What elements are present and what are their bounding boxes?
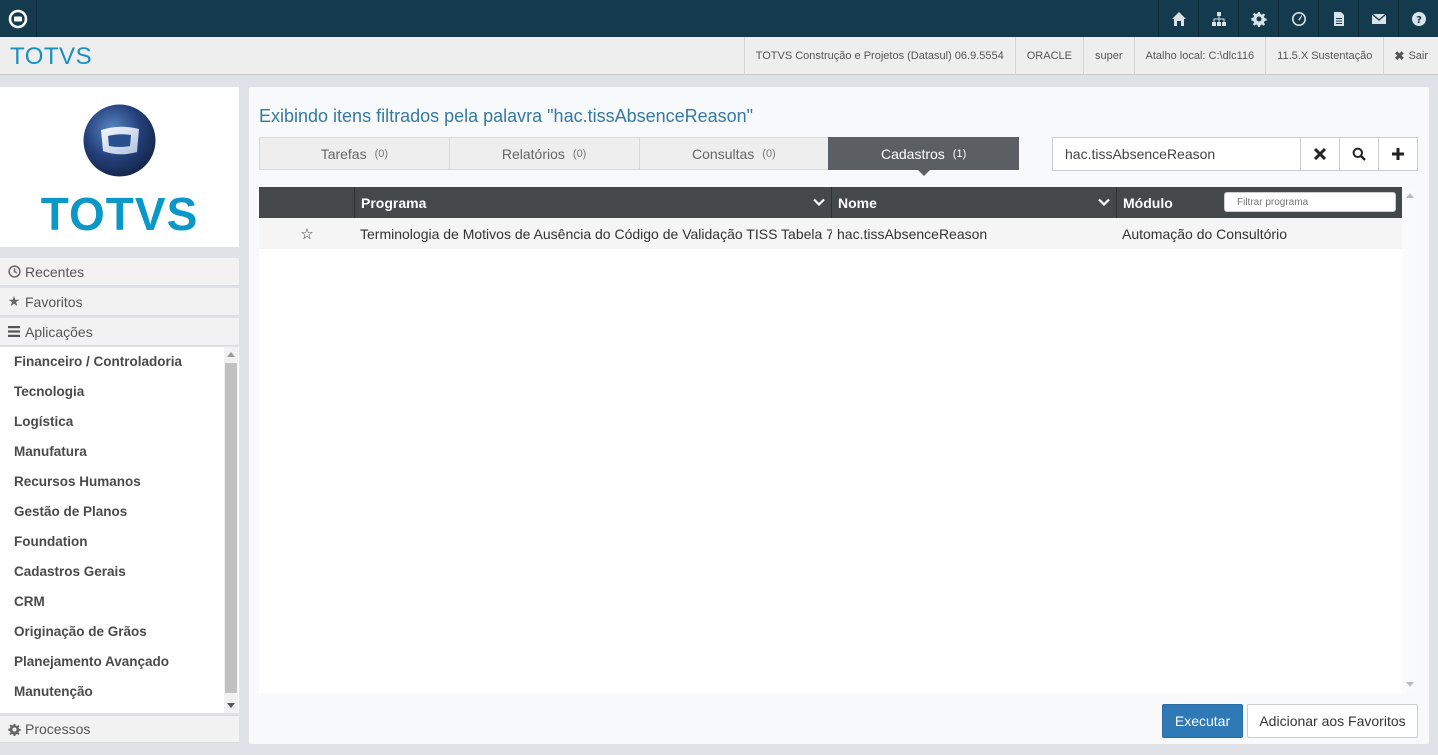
add-button[interactable]	[1379, 137, 1418, 171]
execute-button[interactable]: Executar	[1162, 704, 1243, 738]
search-button[interactable]	[1340, 137, 1379, 171]
sidebar-logo-panel: TOTVS	[0, 87, 239, 247]
grid-header-favorite	[259, 187, 355, 218]
sidebar-item-recursos-humanos[interactable]: Recursos Humanos	[0, 467, 239, 497]
cell-programa: Terminologia de Motivos de Ausência do C…	[360, 225, 832, 242]
app-header: TOTVS TOTVS Construção e Projetos (Datas…	[0, 37, 1438, 75]
column-label: Nome	[838, 194, 877, 211]
sidebar-favorites-label: Favoritos	[25, 293, 83, 310]
sidebar-processes[interactable]: Processos	[0, 715, 239, 743]
sidebar-item-logistica[interactable]: Logística	[0, 407, 239, 437]
product-info: TOTVS Construção e Projetos (Datasul) 06…	[743, 37, 1015, 75]
svg-text:?: ?	[1416, 15, 1422, 26]
top-bar: ?	[0, 0, 1438, 37]
sitemap-icon[interactable]	[1198, 0, 1238, 37]
star-icon: ★	[7, 293, 21, 309]
tab-relatorios[interactable]: Relatórios (0)	[448, 137, 639, 170]
column-label: Programa	[361, 194, 427, 211]
applications-list: Financeiro / Controladoria Tecnologia Lo…	[0, 347, 239, 713]
sidebar-item-tecnologia[interactable]: Tecnologia	[0, 377, 239, 407]
gear-icon	[7, 723, 21, 736]
tab-label: Cadastros	[880, 145, 945, 162]
chevron-down-icon[interactable]	[1098, 196, 1110, 208]
filter-title: Exibindo itens filtrados pela palavra "h…	[259, 106, 754, 126]
favorite-star-icon[interactable]: ☆	[259, 218, 355, 249]
sidebar-item-cadastros-gerais[interactable]: Cadastros Gerais	[0, 557, 239, 587]
tab-label: Relatórios	[501, 145, 565, 162]
chevron-down-icon[interactable]	[813, 196, 825, 208]
scroll-up-icon[interactable]	[227, 352, 235, 357]
column-header-modulo[interactable]: Módulo	[1117, 187, 1402, 218]
version-info: 11.5.X Sustentação	[1265, 37, 1383, 75]
sidebar-item-crm[interactable]: CRM	[0, 587, 239, 617]
cell-nome: hac.tissAbsenceReason	[837, 225, 988, 242]
sidebar-recent[interactable]: Recentes	[0, 258, 239, 286]
totvs-globe-logo-icon	[83, 104, 156, 177]
scroll-down-icon[interactable]	[1406, 682, 1414, 687]
shortcut-info: Atalho local: C:\dlc116	[1133, 37, 1266, 75]
totvs-small-logo-icon	[8, 9, 28, 28]
sidebar-item-financeiro[interactable]: Financeiro / Controladoria	[0, 347, 239, 377]
clock-icon	[7, 265, 21, 278]
tab-count: (0)	[572, 147, 587, 160]
mail-icon[interactable]	[1358, 0, 1398, 37]
clear-search-button[interactable]	[1301, 137, 1340, 171]
sidebar-item-originacao-graos[interactable]: Originação de Grãos	[0, 617, 239, 647]
search-bar	[1052, 137, 1418, 171]
close-icon	[1313, 147, 1327, 161]
tab-label: Consultas	[692, 145, 755, 162]
tab-cadastros[interactable]: Cadastros (1)	[828, 137, 1019, 176]
document-icon[interactable]	[1318, 0, 1358, 37]
tab-count: (0)	[374, 147, 389, 160]
database-info: ORACLE	[1014, 37, 1083, 75]
filter-program-input[interactable]	[1224, 192, 1396, 212]
tab-count: (1)	[952, 147, 967, 160]
sidebar-item-planejamento-avancado[interactable]: Planejamento Avançado	[0, 647, 239, 677]
gear-icon[interactable]	[1238, 0, 1278, 37]
close-icon: ✖	[1394, 49, 1405, 63]
scroll-down-icon[interactable]	[227, 703, 235, 708]
sidebar-logo-text: TOTVS	[40, 188, 199, 240]
menu-icon	[7, 326, 21, 337]
sidebar-item-manutencao[interactable]: Manutenção	[0, 677, 239, 707]
grid-scrollbar[interactable]	[1402, 187, 1418, 693]
grid-header: Programa Nome Módulo	[259, 187, 1402, 218]
sidebar-scroll-thumb[interactable]	[225, 363, 237, 693]
tab-consultas[interactable]: Consultas (0)	[638, 137, 829, 170]
sidebar-applications-label: Aplicações	[25, 323, 93, 340]
sidebar-recent-label: Recentes	[25, 263, 85, 280]
dashboard-icon[interactable]	[1278, 0, 1318, 37]
sidebar-scrollbar[interactable]	[224, 347, 238, 713]
user-info: super	[1083, 37, 1134, 75]
results-grid: Programa Nome Módulo ☆ Terminologia de M…	[259, 187, 1418, 693]
brand-title: TOTVS	[10, 43, 93, 70]
table-row[interactable]: ☆ Terminologia de Motivos de Ausência do…	[259, 218, 1402, 249]
main-panel: Exibindo itens filtrados pela palavra "h…	[249, 87, 1429, 744]
scroll-up-icon[interactable]	[1406, 193, 1414, 198]
search-icon	[1352, 147, 1366, 161]
sidebar-favorites[interactable]: ★ Favoritos	[0, 288, 239, 316]
sidebar-item-gestao-planos[interactable]: Gestão de Planos	[0, 497, 239, 527]
column-header-nome[interactable]: Nome	[832, 187, 1117, 218]
tab-label: Tarefas	[320, 145, 367, 162]
totvs-logo-button[interactable]	[0, 0, 37, 37]
exit-button[interactable]: ✖ Sair	[1383, 37, 1438, 75]
plus-icon	[1392, 148, 1404, 160]
add-favorites-button[interactable]: Adicionar aos Favoritos	[1247, 704, 1418, 738]
exit-label: Sair	[1408, 50, 1428, 62]
sidebar-item-foundation[interactable]: Foundation	[0, 527, 239, 557]
category-tabs: Tarefas (0) Relatórios (0) Consultas (0)…	[259, 137, 1019, 176]
search-input[interactable]	[1052, 137, 1301, 171]
column-header-programa[interactable]: Programa	[355, 187, 832, 218]
home-icon[interactable]	[1158, 0, 1198, 37]
sidebar-item-manufatura[interactable]: Manufatura	[0, 437, 239, 467]
cell-modulo: Automação do Consultório	[1122, 225, 1287, 242]
tab-tarefas[interactable]: Tarefas (0)	[259, 137, 449, 170]
sidebar-processes-label: Processos	[25, 721, 91, 737]
help-icon[interactable]: ?	[1398, 0, 1438, 37]
tab-count: (0)	[762, 147, 776, 160]
column-label: Módulo	[1123, 194, 1173, 211]
sidebar-applications[interactable]: Aplicações	[0, 318, 239, 346]
